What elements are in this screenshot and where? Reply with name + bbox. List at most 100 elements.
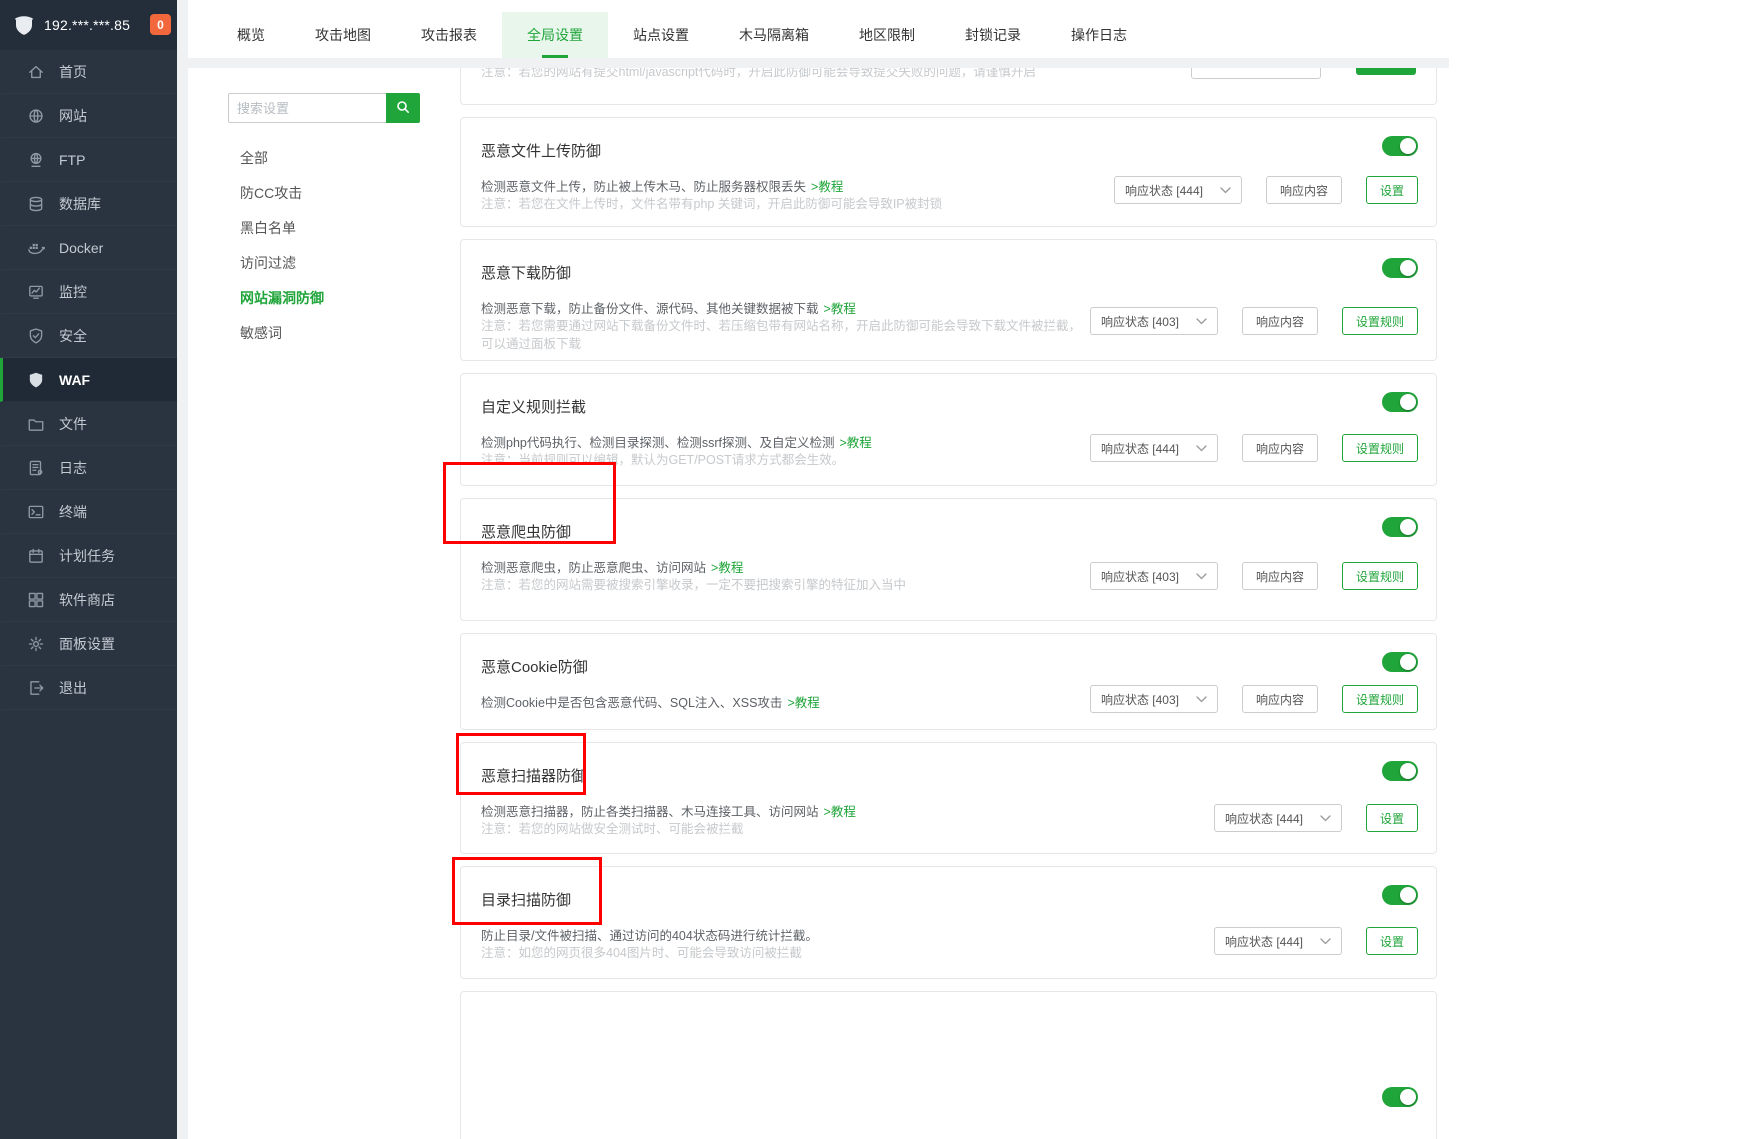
settings-card-cookie-defense: 恶意Cookie防御 检测Cookie中是否包含恶意代码、SQL注入、XSS攻击… [460,633,1437,730]
sidebar-item-website[interactable]: 网站 [0,94,177,138]
response-content-button[interactable]: 响应内容 [1241,685,1318,713]
card-description-text: 检测Cookie中是否包含恶意代码、SQL注入、XSS攻击 [481,696,783,710]
tab-attack-map[interactable]: 攻击地图 [290,12,396,58]
settings-card-crawler-defense: 恶意爬虫防御 检测恶意爬虫，防止恶意爬虫、访问网站 >教程 注意：若您的网站需要被… [460,498,1437,621]
filter-item-access-filter[interactable]: 访问过滤 [240,245,324,280]
settings-button[interactable]: 设置 [1365,804,1418,832]
sidebar: 192.***.***.85 0 首页 网站 FTP 数据库 Docker 监控… [0,0,177,1139]
toggle-on[interactable] [1382,136,1418,156]
toggle-on[interactable] [1382,517,1418,537]
card-title: 恶意文件上传防御 [481,143,602,160]
response-status-dropdown[interactable]: 响应状态 [403] [1089,562,1218,590]
response-status-dropdown-label: 响应状态 [403] [1100,692,1179,707]
card-description: 检测恶意爬虫，防止恶意爬虫、访问网站 >教程 [481,557,743,576]
set-rules-button[interactable]: 设置规则 [1341,434,1418,462]
tutorial-link[interactable]: >教程 [811,180,843,194]
toggle-on[interactable] [1382,258,1418,278]
card-controls: 响应状态 [444] 响应内容 设置规则 [1089,434,1418,462]
card-description: 防止目录/文件被扫描、通过访问的404状态码进行统计拦截。 [481,925,818,944]
tutorial-link[interactable]: >教程 [711,561,743,575]
response-status-dropdown[interactable]: 响应状态 [444] [1213,804,1342,832]
tab-attack-report[interactable]: 攻击报表 [396,12,502,58]
tutorial-link[interactable]: >教程 [824,302,856,316]
toggle-on[interactable] [1382,392,1418,412]
tutorial-link[interactable]: >教程 [840,436,872,450]
sidebar-item-database[interactable]: 数据库 [0,182,177,226]
folder-icon [27,415,45,433]
content-panel: 全部 防CC攻击 黑白名单 访问过滤 网站漏洞防御 敏感词 注意：若您的网站有提… [188,68,1449,1139]
tab-region-limit[interactable]: 地区限制 [834,12,940,58]
card-description: 检测恶意文件上传，防止被上传木马、防止服务器权限丢失 >教程 [481,176,843,195]
filter-item-all[interactable]: 全部 [240,140,324,175]
toggle-on[interactable] [1382,1087,1418,1107]
card-note: 注意：当前规则可以编辑，默认为GET/POST请求方式都会生效。 [481,453,845,467]
tutorial-link[interactable]: >教程 [787,696,819,710]
chevron-down-icon [1196,692,1207,706]
filter-item-vuln-defense[interactable]: 网站漏洞防御 [240,280,324,315]
tab-label: 操作日志 [1071,27,1127,43]
sidebar-item-panel-settings[interactable]: 面板设置 [0,622,177,666]
sidebar-item-label: 面板设置 [59,635,115,652]
settings-card-upload-defense: 恶意文件上传防御 检测恶意文件上传，防止被上传木马、防止服务器权限丢失 >教程 注… [460,117,1437,227]
sidebar-item-app-store[interactable]: 软件商店 [0,578,177,622]
sidebar-item-security[interactable]: 安全 [0,314,177,358]
tutorial-link[interactable]: >教程 [824,805,856,819]
globe-icon [27,107,45,125]
set-rules-button[interactable]: 设置规则 [1341,562,1418,590]
filter-item-black-white-list[interactable]: 黑白名单 [240,210,324,245]
response-status-dropdown[interactable]: 响应状态 [403] [1089,307,1218,335]
response-status-dropdown[interactable]: 响应状态 [403] [1089,685,1218,713]
tab-label: 全局设置 [527,27,583,43]
response-content-button[interactable]: 响应内容 [1241,562,1318,590]
filter-item-anti-cc[interactable]: 防CC攻击 [240,175,324,210]
sidebar-item-label: 安全 [59,327,87,344]
tab-label: 攻击地图 [315,27,371,43]
toggle-on[interactable] [1382,761,1418,781]
response-status-dropdown-label: 响应状态 [403] [1100,314,1179,329]
sidebar-item-logout[interactable]: 退出 [0,666,177,710]
response-status-dropdown-fragment[interactable] [1191,68,1321,79]
chevron-down-icon [1220,183,1231,197]
sidebar-item-cron[interactable]: 计划任务 [0,534,177,578]
settings-button-fragment[interactable] [1356,68,1416,75]
toggle-on[interactable] [1382,652,1418,672]
tab-operation-logs[interactable]: 操作日志 [1046,12,1152,58]
settings-button[interactable]: 设置 [1365,927,1418,955]
sidebar-item-label: 软件商店 [59,591,115,608]
sidebar-item-ftp[interactable]: FTP [0,138,177,182]
response-status-dropdown[interactable]: 响应状态 [444] [1113,176,1242,204]
tab-site-settings[interactable]: 站点设置 [608,12,714,58]
response-content-button[interactable]: 响应内容 [1241,307,1318,335]
set-rules-button[interactable]: 设置规则 [1341,307,1418,335]
sidebar-item-logs[interactable]: 日志 [0,446,177,490]
toggle-on[interactable] [1382,885,1418,905]
tab-global-settings[interactable]: 全局设置 [502,12,608,58]
search-button[interactable] [386,93,420,123]
set-rules-button[interactable]: 设置规则 [1341,685,1418,713]
response-content-button[interactable]: 响应内容 [1241,434,1318,462]
search-input[interactable] [228,93,386,123]
settings-button[interactable]: 设置 [1365,176,1418,204]
response-status-dropdown[interactable]: 响应状态 [444] [1089,434,1218,462]
response-status-dropdown-label: 响应状态 [403] [1100,569,1179,584]
sidebar-item-docker[interactable]: Docker [0,226,177,270]
sidebar-header: 192.***.***.85 0 [0,0,177,50]
response-status-dropdown[interactable]: 响应状态 [444] [1213,927,1342,955]
sidebar-item-terminal[interactable]: 终端 [0,490,177,534]
sidebar-item-waf[interactable]: WAF [0,358,177,402]
card-controls: 响应状态 [403] 响应内容 设置规则 [1089,307,1418,335]
response-status-dropdown-label: 响应状态 [444] [1100,441,1179,456]
tab-block-records[interactable]: 封锁记录 [940,12,1046,58]
shield-check-icon [27,327,45,345]
sidebar-item-home[interactable]: 首页 [0,50,177,94]
chevron-down-icon [1196,441,1207,455]
sidebar-item-monitor[interactable]: 监控 [0,270,177,314]
response-content-button[interactable]: 响应内容 [1265,176,1342,204]
tab-trojan-quarantine[interactable]: 木马隔离箱 [714,12,834,58]
tab-overview[interactable]: 概览 [212,12,290,58]
sidebar-item-files[interactable]: 文件 [0,402,177,446]
filter-item-sensitive-words[interactable]: 敏感词 [240,315,324,350]
sidebar-item-label: FTP [59,151,86,168]
message-count-badge[interactable]: 0 [150,14,171,35]
sidebar-item-label: 退出 [59,679,87,696]
